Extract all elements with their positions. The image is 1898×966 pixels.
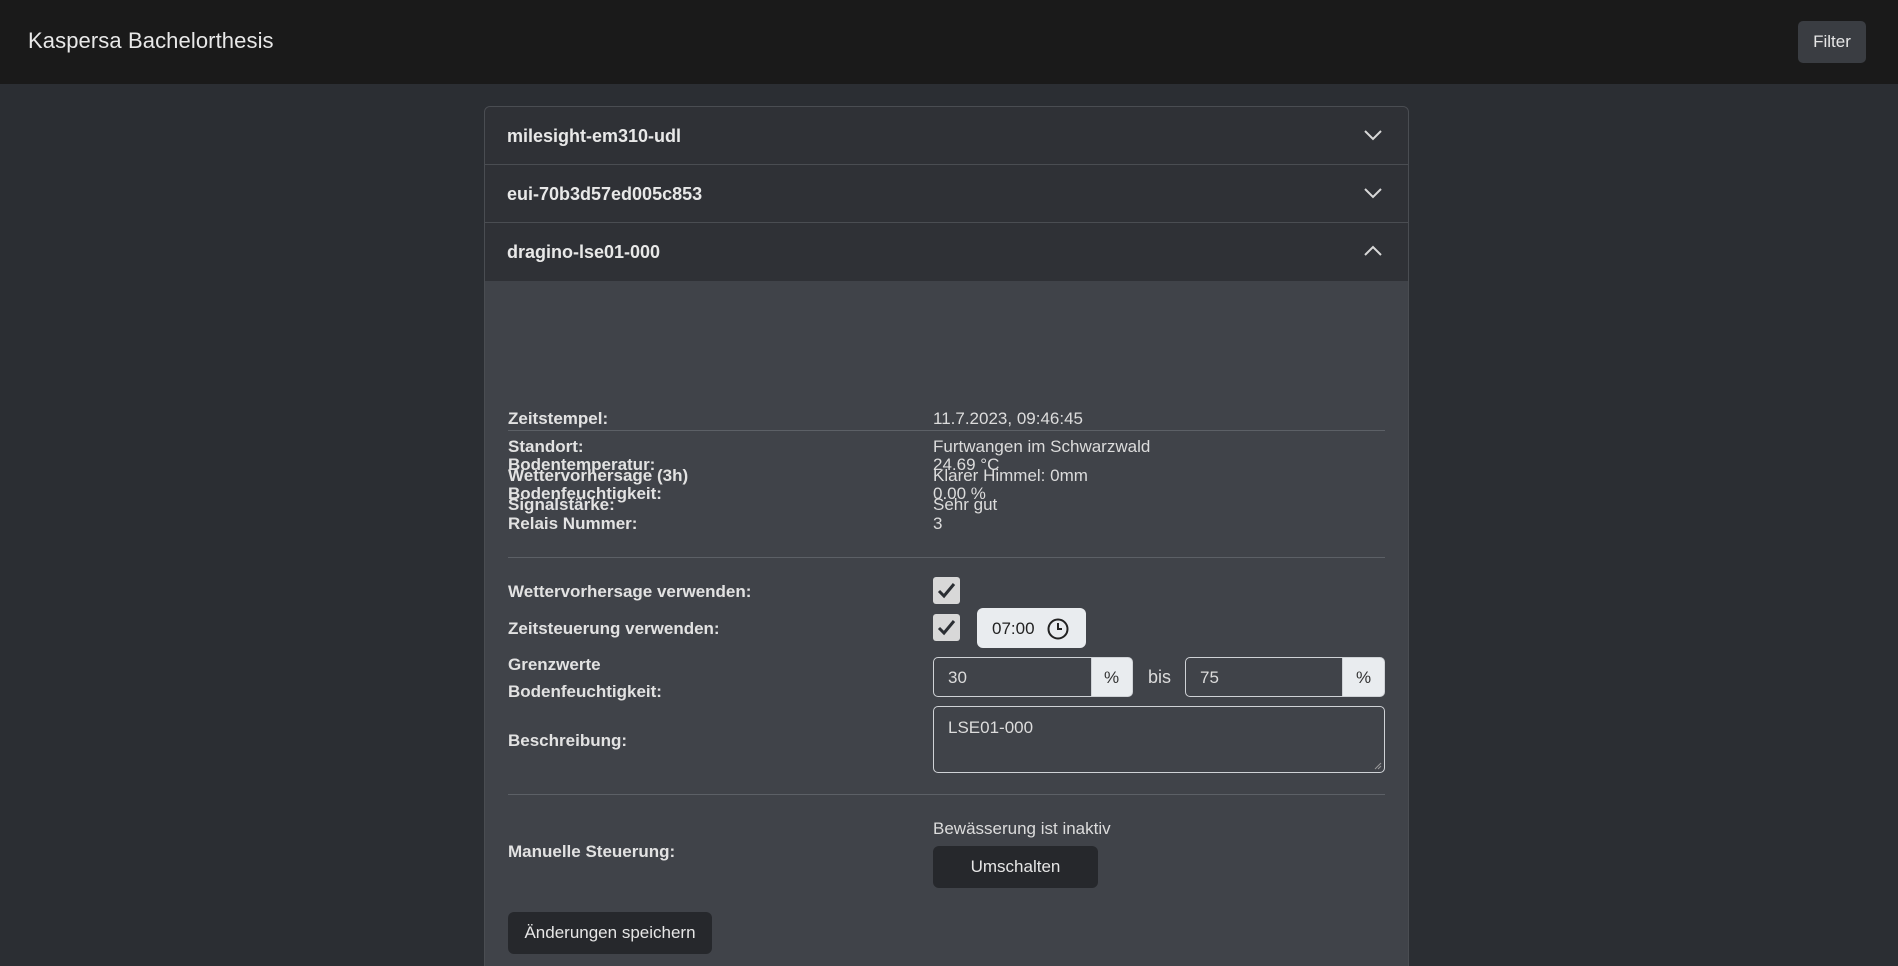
threshold-min-value: 30 <box>948 668 967 687</box>
clock-icon[interactable] <box>1046 617 1070 641</box>
threshold-max-unit: % <box>1342 657 1385 697</box>
accordion-header-milesight[interactable]: milesight-em310-udl <box>485 107 1408 165</box>
threshold-max-value: 75 <box>1200 668 1219 687</box>
sensor-value-temperature: 24.69 °C <box>933 455 1000 474</box>
description-value: LSE01-000 <box>948 718 1034 737</box>
accordion-title: milesight-em310-udl <box>507 126 682 146</box>
divider <box>508 557 1385 558</box>
schedule-time-value: 07:00 <box>992 619 1035 638</box>
irrigation-status: Bewässerung ist inaktiv <box>933 819 1111 838</box>
brand-title[interactable]: Kaspersa Bachelorthesis <box>28 28 274 54</box>
save-changes-button[interactable]: Änderungen speichern <box>508 912 712 954</box>
threshold-min-input[interactable]: 30 <box>933 657 1092 697</box>
weather-checkbox[interactable] <box>933 577 960 604</box>
description-textarea[interactable]: LSE01-000 <box>933 706 1385 773</box>
accordion-header-eui[interactable]: eui-70b3d57ed005c853 <box>485 165 1408 223</box>
sensor-value-relay: 3 <box>933 514 943 533</box>
sensor-label-temperature: Bodentemperatur: <box>508 455 656 474</box>
accordion-title: dragino-lse01-000 <box>507 242 661 262</box>
threshold-min-unit: % <box>1091 657 1133 697</box>
resize-grip-icon[interactable] <box>1374 762 1382 770</box>
chevron-up-icon <box>1364 245 1382 256</box>
check-icon <box>937 583 956 599</box>
sensor-value-moisture: 0.00 % <box>933 484 986 503</box>
manual-control-label: Manuelle Steuerung: <box>508 842 676 861</box>
navbar: Kaspersa Bachelorthesis Filter <box>0 0 1898 84</box>
info-label-location: Standort: <box>508 437 584 456</box>
between-label: bis <box>1148 667 1172 687</box>
accordion-header-dragino[interactable]: dragino-lse01-000 <box>485 223 1408 281</box>
threshold-label-line1: Grenzwerte <box>508 655 601 674</box>
chevron-down-icon <box>1364 130 1382 141</box>
percent-unit: % <box>1356 668 1372 687</box>
divider <box>508 430 1385 431</box>
percent-unit: % <box>1104 668 1120 687</box>
info-value-location: Furtwangen im Schwarzwald <box>933 437 1151 456</box>
divider <box>508 794 1385 795</box>
info-label-timestamp: Zeitstempel: <box>508 409 609 428</box>
weather-setting-label: Wettervorhersage verwenden: <box>508 582 752 601</box>
schedule-checkbox[interactable] <box>933 614 960 641</box>
filter-button[interactable]: Filter <box>1798 21 1866 63</box>
schedule-time-input[interactable]: 07:00 <box>977 608 1086 648</box>
accordion-title: eui-70b3d57ed005c853 <box>507 184 703 204</box>
description-label: Beschreibung: <box>508 731 628 750</box>
check-icon <box>937 620 956 636</box>
sensor-label-moisture: Bodenfeuchtigkeit: <box>508 484 662 503</box>
threshold-max-input[interactable]: 75 <box>1185 657 1343 697</box>
chevron-down-icon <box>1364 188 1382 199</box>
sensor-label-relay: Relais Nummer: <box>508 514 638 533</box>
threshold-label-line2: Bodenfeuchtigkeit: <box>508 682 662 701</box>
schedule-setting-label: Zeitsteuerung verwenden: <box>508 619 720 638</box>
info-value-timestamp: 11.7.2023, 09:46:45 <box>933 409 1083 428</box>
toggle-button[interactable]: Umschalten <box>933 846 1098 888</box>
